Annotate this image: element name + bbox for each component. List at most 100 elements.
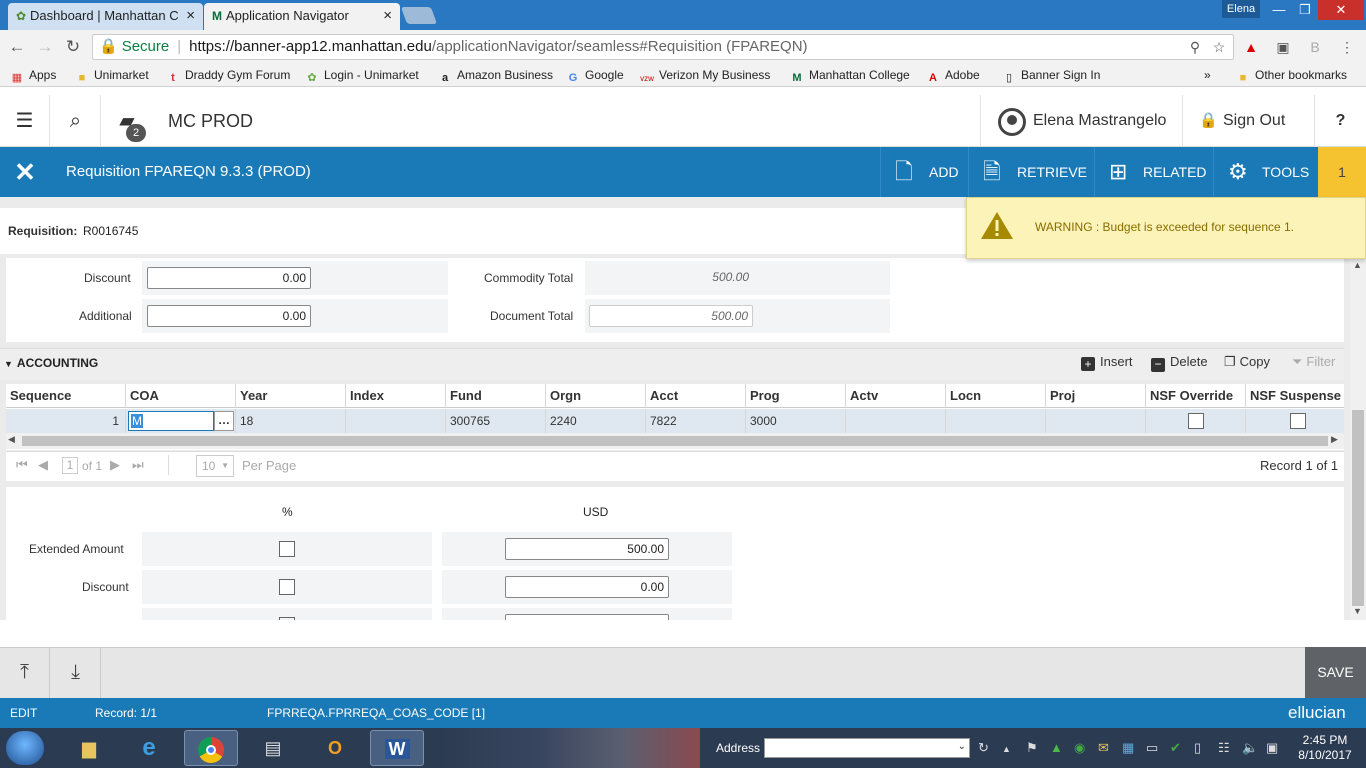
coa-input[interactable]: M — [128, 411, 214, 431]
security-check-icon[interactable]: ✔ — [1170, 740, 1181, 756]
column-header-locn[interactable]: Locn — [946, 384, 1046, 408]
mail-icon[interactable]: ✉ — [1098, 740, 1109, 756]
last-page-icon[interactable]: ⏭ — [132, 457, 144, 473]
key-icon[interactable]: ⚲ — [1186, 38, 1204, 56]
last-record-icon[interactable]: ⤓ — [51, 647, 101, 698]
discount-amount-field[interactable]: 0.00 — [505, 576, 669, 598]
display-icon[interactable]: ▭ — [1146, 740, 1158, 756]
other-bookmarks[interactable]: ■ Other bookmarks — [1236, 66, 1347, 84]
recent-folder-icon[interactable]: ▰ — [102, 95, 152, 147]
coa-lookup-button[interactable]: … — [214, 411, 234, 431]
save-button[interactable]: SAVE — [1305, 647, 1366, 698]
extension-icon[interactable]: ▣ — [1274, 38, 1292, 56]
close-window-icon[interactable]: ✕ — [1318, 0, 1364, 20]
tray-expand-icon[interactable]: ▲ — [1002, 744, 1011, 754]
extended-percent-checkbox[interactable] — [279, 541, 295, 557]
network-monitor-icon[interactable]: ▦ — [1122, 740, 1134, 756]
sync-icon[interactable]: ◉ — [1074, 740, 1085, 756]
cell-acct[interactable]: 7822 — [646, 409, 746, 433]
cell-locn[interactable] — [946, 409, 1046, 433]
google-drive-icon[interactable]: ▲ — [1050, 740, 1063, 755]
bookmark-banner[interactable]: ▯ Banner Sign In — [1002, 66, 1100, 84]
column-header-fund[interactable]: Fund — [446, 384, 546, 408]
bookmark-verizon[interactable]: vzw Verizon My Business — [640, 66, 770, 84]
cell-coa[interactable]: M … — [126, 409, 236, 433]
sign-out-button[interactable]: 🔒 Sign Out — [1182, 95, 1314, 147]
add-button[interactable]: 🗋 ADD — [880, 147, 968, 197]
outlook-icon[interactable]: O — [308, 730, 362, 766]
page-number-input[interactable]: 1 — [62, 457, 78, 474]
cell-year[interactable]: 18 — [236, 409, 346, 433]
cell-index[interactable] — [346, 409, 446, 433]
horizontal-scroll-thumb[interactable] — [22, 436, 1328, 446]
cell-actv[interactable] — [846, 409, 946, 433]
scroll-up-icon[interactable]: ▲ — [1353, 260, 1362, 270]
column-header-actv[interactable]: Actv — [846, 384, 946, 408]
filter-button[interactable]: ⏷ Filter — [1292, 354, 1335, 370]
back-icon[interactable]: ← — [6, 37, 28, 57]
bookmark-google[interactable]: G Google — [566, 66, 624, 84]
url-bar[interactable]: 🔒 Secure | https://banner-app12.manhattan.e… — [92, 34, 1234, 60]
cell-proj[interactable] — [1046, 409, 1146, 433]
insert-button[interactable]: + Insert — [1081, 354, 1133, 371]
bookmark-apps[interactable]: ▦ Apps — [10, 66, 57, 84]
column-header-prog[interactable]: Prog — [746, 384, 846, 408]
copy-button[interactable]: ❐ Copy — [1224, 354, 1270, 370]
column-header-nsf-override[interactable]: NSF Override — [1146, 384, 1246, 408]
bookmarks-overflow-icon[interactable]: » — [1204, 66, 1211, 84]
column-header-coa[interactable]: COA — [126, 384, 236, 408]
bookmark-amazon[interactable]: a Amazon Business — [438, 66, 553, 84]
tools-button[interactable]: ⚙ TOOLS — [1213, 147, 1318, 197]
maximize-icon[interactable]: ❐ — [1288, 0, 1322, 20]
menu-kebab-icon[interactable]: ⋮ — [1338, 38, 1356, 56]
scroll-right-icon[interactable]: ▶ — [1331, 434, 1338, 445]
wifi-icon[interactable]: ☷ — [1218, 740, 1230, 756]
column-header-year[interactable]: Year — [236, 384, 346, 408]
additional-field[interactable]: 0.00 — [147, 305, 311, 327]
discount-field[interactable]: 0.00 — [147, 267, 311, 289]
close-tab-icon[interactable]: × — [383, 3, 392, 29]
bookmark-manhattan[interactable]: M Manhattan College — [790, 66, 909, 84]
taskbar-clock[interactable]: 2:45 PM 8/10/2017 — [1290, 733, 1360, 763]
per-page-select[interactable]: 10 ▼ — [196, 455, 234, 477]
related-button[interactable]: ⊞ RELATED — [1094, 147, 1213, 197]
task-window-icon[interactable]: ▤ — [246, 730, 300, 766]
browser-tab-application-navigator[interactable]: M Application Navigator × — [204, 3, 400, 30]
chrome-taskbar-icon[interactable] — [184, 730, 238, 766]
forward-icon[interactable]: → — [34, 37, 56, 57]
discount-percent-checkbox[interactable] — [279, 579, 295, 595]
scroll-down-icon[interactable]: ▼ — [1353, 606, 1362, 616]
windows-start-icon[interactable] — [6, 731, 44, 765]
close-tab-icon[interactable]: × — [186, 3, 195, 29]
accounting-title[interactable]: ▼ ACCOUNTING — [4, 356, 98, 370]
column-header-orgn[interactable]: Orgn — [546, 384, 646, 408]
hamburger-menu-icon[interactable]: ☰ — [0, 95, 50, 147]
internet-explorer-icon[interactable]: e — [122, 730, 176, 766]
extended-amount-field[interactable]: 500.00 — [505, 538, 669, 560]
scroll-left-icon[interactable]: ◀ — [8, 434, 15, 445]
next-page-icon[interactable]: ▶ — [110, 457, 120, 473]
nsf-override-checkbox[interactable] — [1188, 413, 1204, 429]
column-header-proj[interactable]: Proj — [1046, 384, 1146, 408]
devices-icon[interactable]: ▯ — [1194, 740, 1201, 756]
taskbar-address-input[interactable]: ⌄ — [764, 738, 970, 758]
window-user-badge[interactable]: Elena — [1222, 0, 1260, 18]
first-page-icon[interactable]: ⏮ — [16, 457, 28, 473]
file-explorer-icon[interactable]: ▆ — [62, 730, 116, 766]
close-page-icon[interactable]: ✕ — [0, 147, 50, 197]
reload-icon[interactable]: ↻ — [62, 37, 84, 57]
volume-icon[interactable]: 🔈 — [1242, 740, 1258, 756]
bookmark-star-icon[interactable]: ☆ — [1210, 38, 1228, 56]
help-button[interactable]: ? — [1314, 95, 1366, 147]
column-header-sequence[interactable]: Sequence — [6, 384, 126, 408]
column-header-nsf-suspense[interactable]: NSF Suspense — [1246, 384, 1344, 408]
browser-tab-dashboard[interactable]: ✿ Dashboard | Manhattan C × — [8, 3, 203, 30]
first-record-icon[interactable]: ⤒ — [0, 647, 50, 698]
acrobat-extension-icon[interactable]: ▲ — [1242, 38, 1260, 56]
action-center-flag-icon[interactable]: ⚑ — [1026, 740, 1038, 756]
bookmark-adobe[interactable]: A Adobe — [926, 66, 980, 84]
column-header-acct[interactable]: Acct — [646, 384, 746, 408]
column-header-index[interactable]: Index — [346, 384, 446, 408]
show-desktop-icon[interactable]: ▣ — [1266, 740, 1278, 756]
bookmark-login-unimarket[interactable]: ✿ Login - Unimarket — [305, 66, 418, 84]
